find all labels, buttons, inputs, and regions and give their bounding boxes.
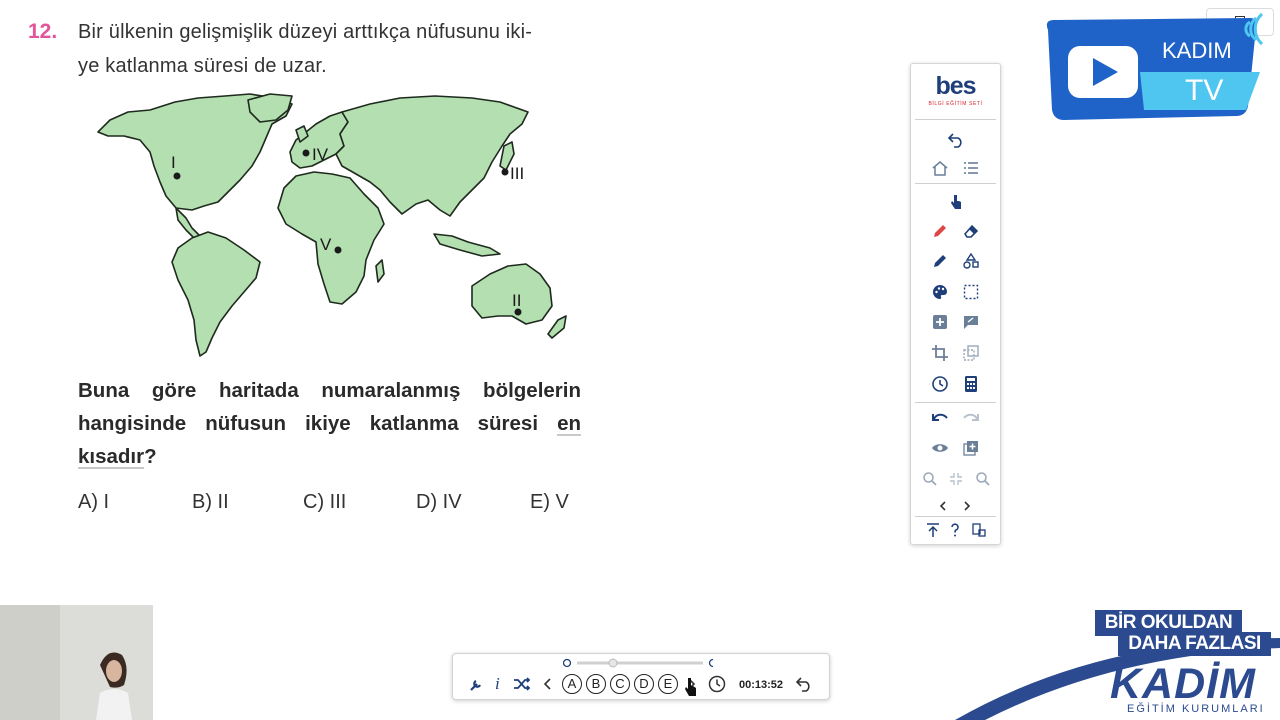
add-page-icon[interactable] xyxy=(930,312,950,332)
toolbar-divider xyxy=(915,119,996,120)
slogan-line-2: DAHA FAZLASI xyxy=(1118,632,1271,656)
world-map: I II III IV V xyxy=(97,93,567,357)
timer-icon[interactable] xyxy=(707,674,727,699)
map-marker-iv xyxy=(302,149,310,157)
kadim-tagline: EĞİTİM KURUMLARI xyxy=(1127,703,1265,715)
webcam-feed xyxy=(0,605,153,720)
question-prompt-line-1: Buna göre haritada numaralanmış bölgeler… xyxy=(78,379,581,402)
back-icon[interactable] xyxy=(946,130,966,150)
pointer-hand-icon[interactable] xyxy=(946,192,966,212)
choice-d: D) IV xyxy=(416,491,462,513)
switch-page-icon[interactable] xyxy=(969,520,989,540)
choice-b: B) II xyxy=(192,491,229,513)
selection-icon[interactable] xyxy=(961,282,981,302)
choice-a: A) I xyxy=(78,491,110,513)
home-icon[interactable] xyxy=(930,158,950,178)
kadim-tv-label: TV xyxy=(1185,74,1223,107)
prev-question-icon[interactable] xyxy=(543,677,553,696)
fit-screen-icon[interactable] xyxy=(946,469,966,489)
map-label-i: I xyxy=(171,153,176,172)
question-stem-line-2: ye katlanma süresi de uzar. xyxy=(78,55,327,77)
clock-icon[interactable] xyxy=(930,374,950,394)
eraser-icon[interactable] xyxy=(961,221,981,241)
help-icon[interactable] xyxy=(945,520,965,540)
elapsed-timer: 00:13:52 xyxy=(739,679,784,691)
pen-blue-icon[interactable] xyxy=(930,251,950,271)
map-label-iv: IV xyxy=(312,145,329,164)
drawing-toolbar: bes BİLGİ EĞİTİM SETİ xyxy=(910,63,1001,545)
redo-icon[interactable] xyxy=(961,408,981,428)
info-icon[interactable]: i xyxy=(495,674,500,694)
toolbar-divider xyxy=(915,402,996,403)
shuffle-icon[interactable] xyxy=(513,676,531,697)
kadim-tv-badge: KADIM TV xyxy=(1046,18,1260,120)
map-marker-i xyxy=(173,172,181,180)
next-page-icon[interactable] xyxy=(957,496,977,516)
indonesia xyxy=(433,233,501,257)
answer-control-bar: i A B C D E 00:13:52 xyxy=(452,653,830,700)
answer-option-d[interactable]: D xyxy=(634,674,654,694)
kadim-logo: KADİM xyxy=(1110,660,1256,708)
zoom-out-icon[interactable] xyxy=(920,469,940,489)
copy-icon[interactable] xyxy=(961,343,981,363)
zoom-slider[interactable] xyxy=(562,656,718,668)
list-icon[interactable] xyxy=(961,158,981,178)
tools-icon[interactable] xyxy=(469,676,485,697)
note-icon[interactable] xyxy=(961,312,981,332)
add-layer-icon[interactable] xyxy=(961,438,981,458)
undo-icon[interactable] xyxy=(930,408,950,428)
prev-page-icon[interactable] xyxy=(933,496,953,516)
kadim-tv-brand: KADIM xyxy=(1162,38,1232,63)
map-label-iii: III xyxy=(510,164,524,183)
south-america xyxy=(171,231,261,357)
choice-c: C) III xyxy=(303,491,347,513)
answer-option-a[interactable]: A xyxy=(562,674,582,694)
crop-icon[interactable] xyxy=(930,343,950,363)
map-label-ii: II xyxy=(512,291,521,310)
question-prompt-line-2: hangisinde nüfusun ikiye katlanma süresi… xyxy=(78,412,581,435)
map-marker-iii xyxy=(501,168,509,176)
pen-red-icon[interactable] xyxy=(930,221,950,241)
palette-icon[interactable] xyxy=(930,282,950,302)
zoom-in-icon[interactable] xyxy=(973,469,993,489)
question-number: 12. xyxy=(28,20,58,43)
madagascar xyxy=(375,259,385,283)
toolbar-divider xyxy=(915,183,996,184)
move-top-icon[interactable] xyxy=(923,520,943,540)
eye-icon[interactable] xyxy=(930,438,950,458)
mouse-cursor-icon xyxy=(685,678,696,696)
answer-option-b[interactable]: B xyxy=(586,674,606,694)
toolbar-divider xyxy=(915,516,996,517)
map-label-v: V xyxy=(320,235,332,254)
reset-icon[interactable] xyxy=(795,675,813,698)
shapes-icon[interactable] xyxy=(961,251,981,271)
choice-e: E) V xyxy=(530,491,569,513)
bes-logo: bes xyxy=(935,72,976,100)
calculator-icon[interactable] xyxy=(961,374,981,394)
bes-logo-subtitle: BİLGİ EĞİTİM SETİ xyxy=(928,101,983,107)
question-prompt-line-3: kısadır? xyxy=(78,445,157,468)
map-marker-v xyxy=(334,246,342,254)
broadcast-icon xyxy=(1244,12,1264,46)
question-stem-line-1: Bir ülkenin gelişmişlik düzeyi arttıkça … xyxy=(78,21,533,43)
answer-option-c[interactable]: C xyxy=(610,674,630,694)
central-america xyxy=(175,207,201,239)
new-zealand xyxy=(547,315,567,339)
answer-option-e[interactable]: E xyxy=(658,674,678,694)
